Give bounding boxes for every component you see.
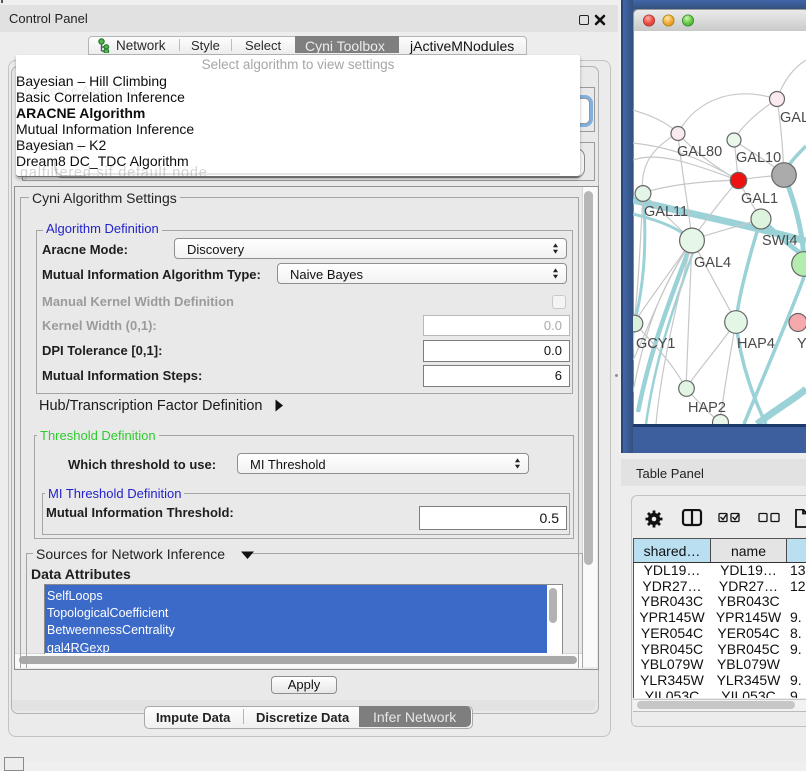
svg-text:GAL7: GAL7 [780, 110, 806, 126]
svg-text:GAL4: GAL4 [694, 255, 731, 271]
svg-text:SWI4: SWI4 [762, 233, 797, 249]
svg-text:HAP2: HAP2 [688, 400, 726, 416]
svg-text:GAL11: GAL11 [644, 204, 688, 220]
svg-text:GAL1: GAL1 [741, 191, 778, 207]
svg-text:GAL80: GAL80 [677, 144, 722, 160]
svg-text:GAL10: GAL10 [736, 150, 781, 166]
svg-text:Y: Y [797, 336, 806, 352]
svg-text:GCY1: GCY1 [636, 336, 676, 352]
svg-text:HAP4: HAP4 [737, 336, 775, 352]
